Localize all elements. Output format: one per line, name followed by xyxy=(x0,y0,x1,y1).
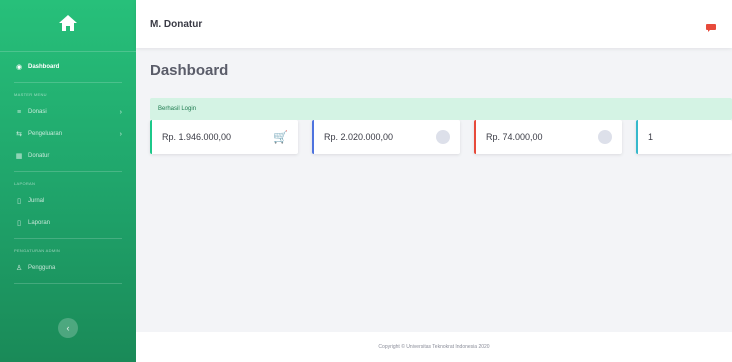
journal-icon: ▯ xyxy=(17,198,21,205)
sidebar-item-jurnal[interactable]: ▯ Jurnal xyxy=(0,190,136,212)
sidebar-item-label: Donasi xyxy=(28,109,47,115)
chevron-right-icon: › xyxy=(119,108,122,116)
topbar: M. Donatur xyxy=(136,0,732,48)
table-icon: ▦ xyxy=(15,153,23,160)
brand[interactable] xyxy=(0,0,136,52)
sidebar-heading-laporan: LAPORAN xyxy=(14,180,36,186)
sidebar-item-donasi[interactable]: ≡ Donasi › xyxy=(0,101,136,123)
sidebar-item-label: Jurnal xyxy=(28,198,45,204)
card-value: 1 xyxy=(648,132,654,142)
sidebar-item-donatur[interactable]: ▦ Donatur xyxy=(0,145,136,167)
sidebar-heading-master: MASTER MENU xyxy=(14,91,47,97)
donate-icon: ≡ xyxy=(16,108,22,116)
sidebar-toggle-button[interactable]: ‹ xyxy=(58,318,78,338)
card-value: Rp. 2.020.000,00 xyxy=(324,132,394,142)
home-icon xyxy=(58,14,78,37)
sidebar-nav: ◉ Dashboard MASTER MENU ≡ Donasi › ⇆ Pen… xyxy=(0,52,136,284)
sidebar-item-label: Pengeluaran xyxy=(28,131,63,137)
card-total-4: 1 xyxy=(636,120,732,154)
sidebar-item-dashboard[interactable]: ◉ Dashboard xyxy=(0,56,136,78)
sidebar-divider xyxy=(14,171,122,172)
card-total-2: Rp. 2.020.000,00 xyxy=(312,120,460,154)
sidebar-item-laporan[interactable]: ▯ Laporan xyxy=(0,212,136,234)
sidebar-divider xyxy=(14,82,122,83)
login-success-alert: Berhasil Login xyxy=(150,98,732,120)
topbar-title: M. Donatur xyxy=(150,18,203,30)
card-value: Rp. 1.946.000,00 xyxy=(162,132,232,142)
sidebar-heading-admin: PENGATURAN ADMIN xyxy=(14,247,61,253)
card-value: Rp. 74.000,00 xyxy=(486,132,543,142)
page-title: Dashboard xyxy=(150,62,229,79)
sidebar-divider xyxy=(14,283,122,284)
sidebar-divider xyxy=(14,238,122,239)
alert-text: Berhasil Login xyxy=(158,106,197,112)
circle-icon xyxy=(598,130,612,144)
footer-copyright: Copyright © Universitas Teknokrat Indone… xyxy=(378,344,490,350)
sidebar-item-label: Pengguna xyxy=(28,265,56,271)
sidebar-item-label: Laporan xyxy=(28,220,51,226)
cart-icon: 🛒 xyxy=(273,130,288,144)
circle-icon xyxy=(436,130,450,144)
report-icon: ▯ xyxy=(17,220,21,227)
dashboard-icon: ◉ xyxy=(15,64,23,71)
expense-icon: ⇆ xyxy=(16,131,22,138)
chevron-right-icon: › xyxy=(119,130,122,138)
sidebar-item-pengeluaran[interactable]: ⇆ Pengeluaran › xyxy=(0,123,136,145)
sidebar-item-label: Donatur xyxy=(28,153,50,159)
chevron-left-icon: ‹ xyxy=(66,323,70,333)
footer: Copyright © Universitas Teknokrat Indone… xyxy=(136,332,732,362)
main-content: Dashboard Rp. 1.946.000,00 🛒 Rp. 2.020.0… xyxy=(136,48,732,332)
notification-icon[interactable] xyxy=(704,19,718,32)
card-total-3: Rp. 74.000,00 xyxy=(474,120,622,154)
sidebar-item-pengguna[interactable]: ♙ Pengguna xyxy=(0,257,136,279)
sidebar: ◉ Dashboard MASTER MENU ≡ Donasi › ⇆ Pen… xyxy=(0,0,136,362)
card-total-donasi: Rp. 1.946.000,00 🛒 xyxy=(150,120,298,154)
users-icon: ♙ xyxy=(15,265,23,272)
sidebar-toggle-wrap: ‹ xyxy=(0,318,136,338)
sidebar-item-label: Dashboard xyxy=(28,64,60,70)
